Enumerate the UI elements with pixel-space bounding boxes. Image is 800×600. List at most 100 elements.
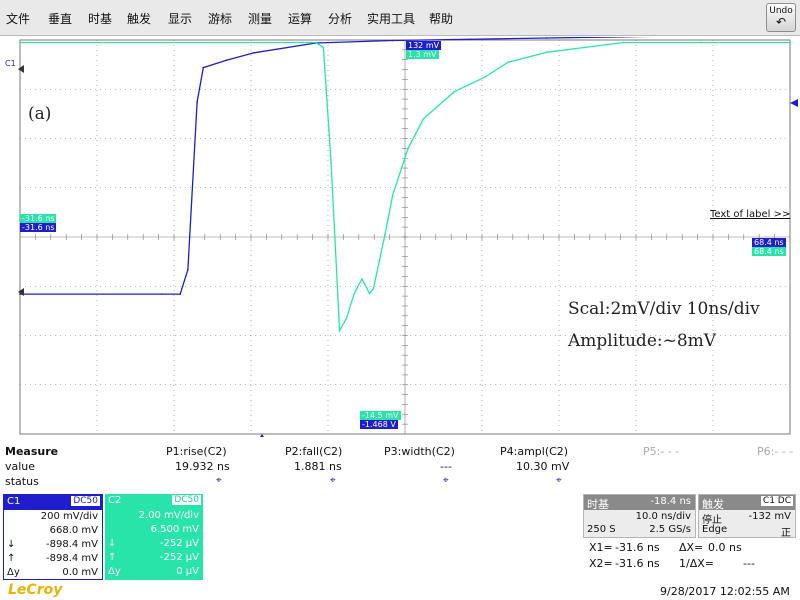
- measure-value-p1: 19.932 ns: [175, 460, 230, 473]
- c1-vdiv: 200 mV/div: [40, 511, 98, 522]
- trigger-panel[interactable]: 触发 C1 DC 停止 -132 mV Edge 正: [698, 494, 796, 539]
- trigger-title: 触发: [702, 498, 724, 511]
- measure-header-p6[interactable]: P6:- - -: [757, 445, 793, 458]
- data-point-c1: [545, 37, 548, 39]
- data-point-c1: [202, 66, 205, 69]
- x1-value: -31.6 ns: [615, 541, 660, 554]
- measure-header-p4[interactable]: P4:ampl(C2): [500, 445, 568, 458]
- grid-lines: [19, 39, 791, 435]
- readout-top-blue: 132 mV: [406, 41, 442, 50]
- menu-display[interactable]: 显示: [168, 10, 192, 27]
- menu-vertical[interactable]: 垂直: [48, 10, 72, 27]
- x2-value: -31.6 ns: [615, 557, 660, 570]
- timebase-tdiv: 10.0 ns/div: [635, 511, 691, 522]
- menu-trigger[interactable]: 触发: [127, 10, 151, 27]
- c1-min: -898.4 mV: [46, 539, 98, 550]
- menu-bar: 文件 垂直 时基 触发 显示 游标 测量 运算 分析 实用工具 帮助 Undo …: [0, 0, 800, 36]
- data-point-c2: [545, 51, 548, 54]
- data-point-c2: [584, 46, 586, 49]
- menu-math[interactable]: 运算: [288, 10, 312, 27]
- measure-header-p3[interactable]: P3:width(C2): [384, 445, 455, 458]
- menu-timebase[interactable]: 时基: [88, 10, 112, 27]
- data-point-c2: [361, 278, 363, 280]
- measure-header-p5[interactable]: P5:- - -: [643, 445, 679, 458]
- c2-header: C2 DC50: [105, 494, 203, 509]
- text-of-label-link[interactable]: Text of label >>: [710, 209, 790, 220]
- data-point-c1: [622, 37, 625, 38]
- lecroy-logo: LeCroy: [8, 582, 63, 598]
- menu-help[interactable]: 帮助: [429, 10, 453, 27]
- delta-y-label: Δy: [7, 567, 20, 578]
- readout-top-green: 1.3 mV: [406, 50, 439, 59]
- menu-cursors[interactable]: 游标: [208, 10, 232, 27]
- inv-delta-x-label: 1/ΔX=: [679, 557, 714, 570]
- data-point-c1: [196, 101, 198, 103]
- c1-max: -898.4 mV: [46, 553, 98, 564]
- menu-measure[interactable]: 测量: [248, 10, 272, 27]
- readout-right-blue: 68.4 ns: [752, 238, 786, 247]
- waveform-display[interactable]: C1 132 mV 1.3 mV -31.6 ns -31.6 ns 68.4 …: [0, 37, 800, 437]
- data-point-c2: [345, 317, 348, 320]
- readout-bottom-green: -14.5 mV: [360, 411, 401, 420]
- measure-title[interactable]: Measure: [5, 445, 58, 458]
- data-point-c2: [372, 287, 375, 290]
- timebase-panel[interactable]: 时基 -18.4 ns 10.0 ns/div 250 S 2.5 GS/s: [583, 494, 696, 538]
- cursor-readout: X1= -31.6 ns ΔX= 0.0 ns X2= -31.6 ns 1/Δ…: [583, 539, 793, 573]
- scale-annotation: Scal:2mV/div 10ns/div: [568, 299, 760, 319]
- timebase-rate: 2.5 GS/s: [649, 524, 691, 535]
- max-icon: ↑: [7, 553, 16, 564]
- readout-left-blue: -31.6 ns: [20, 223, 57, 232]
- data-point-c1: [225, 59, 228, 61]
- status-row-label: status: [5, 475, 39, 488]
- inv-delta-x-value: ---: [743, 557, 755, 570]
- delta-x-value: 0.0 ns: [708, 541, 742, 554]
- c1-trace-tag: C1: [5, 59, 16, 68]
- c1-offset-marker: [18, 65, 24, 73]
- c1-offset: 668.0 mV: [49, 525, 98, 536]
- timebase-title: 时基: [587, 498, 609, 511]
- status-ok-icon: ⌖: [556, 475, 562, 486]
- c1-coupling-badge: DC50: [71, 496, 100, 506]
- data-point-c2: [322, 46, 325, 49]
- measure-header-p1[interactable]: P1:rise(C2): [166, 445, 227, 458]
- menu-analysis[interactable]: 分析: [328, 10, 352, 27]
- trigger-level: -132 mV: [748, 511, 791, 522]
- c1-name: C1: [7, 496, 21, 507]
- data-point-c2: [391, 194, 394, 196]
- value-row-label: value: [5, 460, 36, 473]
- c2-max: -252 μV: [159, 552, 199, 563]
- trigger-slope: 正: [781, 528, 791, 539]
- menu-utilities[interactable]: 实用工具: [367, 10, 415, 27]
- measure-value-p4: 10.30 mV: [516, 460, 570, 473]
- data-point-c1: [179, 293, 181, 295]
- menu-file[interactable]: 文件: [6, 10, 30, 27]
- data-point-c2: [507, 61, 509, 63]
- x2-label: X2=: [589, 557, 613, 570]
- amplitude-annotation: Amplitude:~8mV: [568, 331, 717, 351]
- max-icon: ↑: [108, 552, 117, 563]
- data-point-c2: [407, 147, 409, 150]
- data-point-c1: [187, 268, 189, 271]
- c2-name: C2: [108, 495, 122, 506]
- undo-arrow-icon: ↶: [775, 15, 787, 29]
- data-point-c1: [160, 293, 163, 295]
- data-point-c1: [468, 38, 471, 41]
- c2-channel-panel[interactable]: C2 DC50 2.00 mV/div 6.500 mV ↓ -252 μV ↑ -…: [105, 494, 203, 580]
- measure-table: Measure value status P1:rise(C2) P2:fall…: [0, 442, 800, 492]
- c2-offset-marker: [18, 288, 24, 296]
- trigger-level-marker: [790, 99, 798, 107]
- panel-label: (a): [28, 104, 52, 124]
- c1-channel-panel[interactable]: C1 DC50 200 mV/div 668.0 mV ↓ -898.4 mV ↑…: [3, 494, 103, 580]
- timebase-header: 时基 -18.4 ns: [584, 495, 695, 511]
- x1-label: X1=: [589, 541, 613, 554]
- undo-button[interactable]: Undo ↶: [766, 3, 796, 32]
- data-point-c2: [353, 292, 355, 295]
- measure-header-p2[interactable]: P2:fall(C2): [285, 445, 342, 458]
- waveform-grid: [18, 37, 798, 437]
- markers: [18, 65, 798, 437]
- c2-delta-y: 0 μV: [176, 566, 199, 577]
- c2-vdiv: 2.00 mV/div: [138, 510, 199, 521]
- c2-coupling-badge: DC50: [172, 495, 201, 505]
- data-point-c2: [453, 90, 456, 93]
- c2-offset: 6.500 mV: [150, 524, 199, 535]
